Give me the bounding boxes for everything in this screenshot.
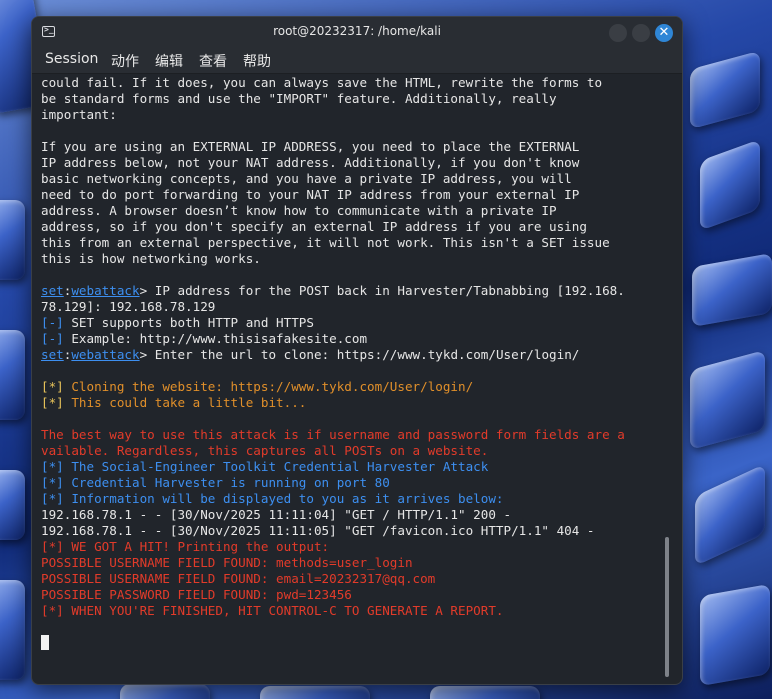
terminal-line: POSSIBLE USERNAME FIELD FOUND: email=202…	[41, 571, 666, 587]
terminal-line	[41, 635, 666, 651]
terminal-text-segment: > Enter the url to clone: https://www.ty…	[139, 347, 580, 362]
terminal-text-segment: be standard forms and use the "IMPORT" f…	[41, 91, 557, 106]
terminal-text-segment: need to do port forwarding to your NAT I…	[41, 187, 580, 202]
terminal-text-segment: [-]	[41, 331, 64, 346]
terminal-text-segment: POSSIBLE USERNAME FIELD FOUND: methods=u…	[41, 555, 413, 570]
terminal-line: POSSIBLE USERNAME FIELD FOUND: methods=u…	[41, 555, 666, 571]
terminal-line: The best way to use this attack is if us…	[41, 427, 666, 443]
terminal-text-segment: This could take a little bit...	[63, 395, 307, 410]
terminal-text-segment: The best way to use this attack is if us…	[41, 427, 625, 442]
terminal-text-segment: [-]	[41, 315, 64, 330]
text-cursor	[41, 635, 49, 650]
terminal-text-segment: basic networking concepts, and you have …	[41, 171, 572, 186]
terminal-line: 78.129]: 192.168.78.129	[41, 299, 666, 315]
terminal-line: set:webattack> Enter the url to clone: h…	[41, 347, 666, 363]
minimize-button[interactable]	[609, 24, 627, 42]
terminal-line: [*] WE GOT A HIT! Printing the output:	[41, 539, 666, 555]
terminal-text-segment: Example: http://www.thisisafakesite.com	[63, 331, 368, 346]
terminal-text-segment: 78.129]: 192.168.78.129	[41, 299, 216, 314]
terminal-text-segment: Cloning the website: https://www.tykd.co…	[63, 379, 474, 394]
terminal-line: [*] Information will be displayed to you…	[41, 491, 666, 507]
terminal-text-segment: If you are using an EXTERNAL IP ADDRESS,…	[41, 139, 580, 154]
terminal-text-segment: POSSIBLE PASSWORD FIELD FOUND: pwd=12345…	[41, 587, 352, 602]
terminal-line: POSSIBLE PASSWORD FIELD FOUND: pwd=12345…	[41, 587, 666, 603]
terminal-line: be standard forms and use the "IMPORT" f…	[41, 91, 666, 107]
title-bar[interactable]: >_ root@20232317: /home/kali ✕	[32, 17, 682, 47]
terminal-line: [*] Cloning the website: https://www.tyk…	[41, 379, 666, 395]
terminal-text-segment: 192.168.78.1 - - [30/Nov/2025 11:11:05] …	[41, 523, 595, 538]
terminal-line: 192.168.78.1 - - [30/Nov/2025 11:11:04] …	[41, 507, 666, 523]
terminal-line: IP address below, not your NAT address. …	[41, 155, 666, 171]
terminal-line: vailable. Regardless, this captures all …	[41, 443, 666, 459]
menu-view[interactable]: 查看	[199, 51, 227, 71]
terminal-text-segment: [*]	[41, 379, 64, 394]
close-icon: ✕	[658, 25, 670, 40]
terminal-text-segment: [*] Information will be displayed to you…	[41, 491, 504, 506]
terminal-text-segment: > IP address for the POST back in Harves…	[139, 283, 625, 298]
terminal-line: set:webattack> IP address for the POST b…	[41, 283, 666, 299]
terminal-line: address, so if you don't specify an exte…	[41, 219, 666, 235]
terminal-line: [*] WHEN YOU'RE FINISHED, HIT CONTROL-C …	[41, 603, 666, 619]
terminal-text-segment: address, so if you don't specify an exte…	[41, 219, 587, 234]
terminal-text-segment: address. A browser doesn’t know how to c…	[41, 203, 557, 218]
terminal-text-segment: POSSIBLE USERNAME FIELD FOUND: email=202…	[41, 571, 436, 586]
terminal-line: need to do port forwarding to your NAT I…	[41, 187, 666, 203]
terminal-line: basic networking concepts, and you have …	[41, 171, 666, 187]
terminal-text-segment: IP address below, not your NAT address. …	[41, 155, 580, 170]
close-button[interactable]: ✕	[655, 24, 673, 42]
terminal-line: important:	[41, 107, 666, 123]
terminal-output[interactable]: could fail. If it does, you can always s…	[41, 75, 666, 679]
terminal-text-segment: [*] WHEN YOU'RE FINISHED, HIT CONTROL-C …	[41, 603, 504, 618]
terminal-line: [-] SET supports both HTTP and HTTPS	[41, 315, 666, 331]
maximize-button[interactable]	[632, 24, 650, 42]
terminal-line: this is how networking works.	[41, 251, 666, 267]
terminal-text-segment: important:	[41, 107, 117, 122]
terminal-line: 192.168.78.1 - - [30/Nov/2025 11:11:05] …	[41, 523, 666, 539]
terminal-text-segment: set	[41, 347, 64, 362]
menu-bar: Session 动作 编辑 查看 帮助	[32, 47, 682, 74]
terminal-text-segment: [*]	[41, 395, 64, 410]
terminal-line: could fail. If it does, you can always s…	[41, 75, 666, 91]
terminal-line: [*] The Social-Engineer Toolkit Credenti…	[41, 459, 666, 475]
terminal-text-segment: this is how networking works.	[41, 251, 261, 266]
terminal-window[interactable]: >_ root@20232317: /home/kali ✕ Session 动…	[31, 16, 683, 685]
terminal-text-segment: [*] WE GOT A HIT! Printing the output:	[41, 539, 330, 554]
scrollbar-thumb[interactable]	[665, 537, 669, 677]
menu-edit[interactable]: 编辑	[155, 51, 183, 71]
terminal-text-segment: vailable. Regardless, this captures all …	[41, 443, 489, 458]
terminal-line: [*] This could take a little bit...	[41, 395, 666, 411]
terminal-line: If you are using an EXTERNAL IP ADDRESS,…	[41, 139, 666, 155]
terminal-text-segment: [*] Credential Harvester is running on p…	[41, 475, 390, 490]
window-title: root@20232317: /home/kali	[273, 24, 441, 38]
terminal-line: this from an external perspective, it wi…	[41, 235, 666, 251]
terminal-text-segment: 192.168.78.1 - - [30/Nov/2025 11:11:04] …	[41, 507, 512, 522]
terminal-line: [*] Credential Harvester is running on p…	[41, 475, 666, 491]
terminal-text-segment: webattack	[71, 283, 140, 298]
menu-actions[interactable]: 动作	[111, 51, 139, 71]
terminal-text-segment: webattack	[71, 347, 140, 362]
terminal-text-segment: [*] The Social-Engineer Toolkit Credenti…	[41, 459, 489, 474]
terminal-line: address. A browser doesn’t know how to c…	[41, 203, 666, 219]
menu-session[interactable]: Session	[45, 51, 98, 67]
terminal-text-segment: this from an external perspective, it wi…	[41, 235, 610, 250]
menu-help[interactable]: 帮助	[243, 51, 271, 71]
terminal-text-segment: set	[41, 283, 64, 298]
terminal-line: [-] Example: http://www.thisisafakesite.…	[41, 331, 666, 347]
terminal-text-segment: SET supports both HTTP and HTTPS	[63, 315, 314, 330]
terminal-text-segment: could fail. If it does, you can always s…	[41, 75, 603, 90]
